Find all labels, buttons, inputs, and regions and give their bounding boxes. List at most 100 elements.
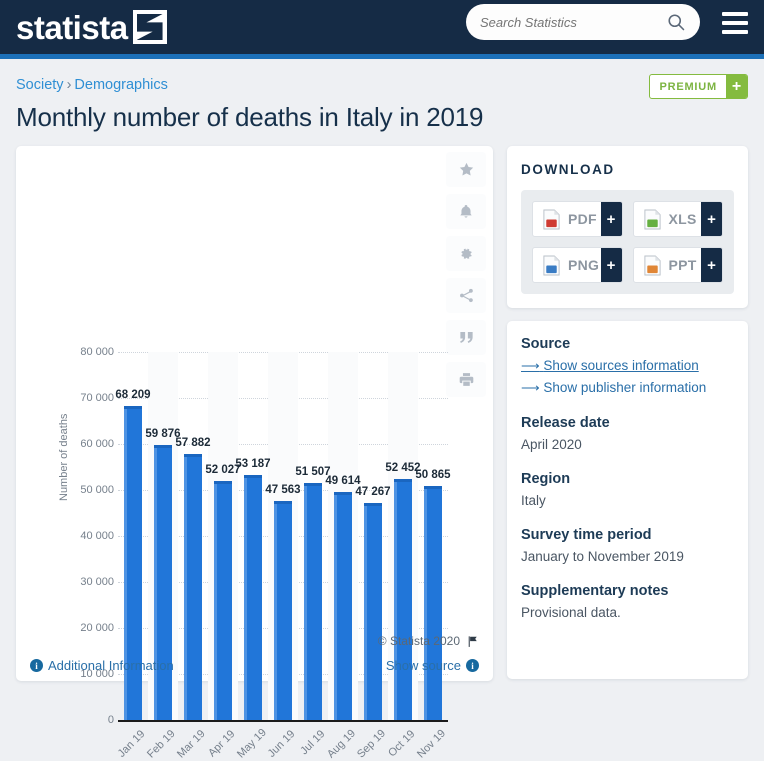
bar-value-label: 57 882 [175,437,210,449]
statista-s-mark-icon [133,10,167,44]
premium-badge[interactable]: PREMIUM + [649,74,748,99]
region-value: Italy [521,490,734,512]
site-header: statista [0,0,764,54]
content-area: Number of deaths 010 00020 00030 00040 0… [0,133,764,681]
y-axis-tick-label: 50 000 [56,484,114,496]
x-axis-tick-label: Nov 19 [415,728,448,761]
bar[interactable] [364,503,383,720]
download-png-button[interactable]: PNG+ [532,247,623,283]
bar[interactable] [394,479,413,720]
chart-card: Number of deaths 010 00020 00030 00040 0… [16,146,493,681]
arrow-right-icon: ⟶ [521,380,540,395]
ppt-file-icon [643,255,662,276]
x-axis-baseline [118,720,448,722]
download-label: PNG [568,257,599,273]
footer-links-row: i Additional Information Show source i [30,658,479,673]
release-date-value: April 2020 [521,434,734,456]
y-axis-tick-label: 80 000 [56,346,114,358]
bar[interactable] [184,454,203,720]
download-main[interactable]: PNG [533,248,601,282]
citation-quote-icon [458,330,475,345]
bar[interactable] [334,492,353,720]
show-publisher-information-link[interactable]: ⟶ Show publisher information [521,377,734,399]
xls-file-icon [643,209,662,230]
x-axis-tick-label: Jun 19 [265,728,298,761]
bar[interactable] [424,486,443,720]
y-axis-tick-label: 70 000 [56,392,114,404]
breadcrumb-item-demographics[interactable]: Demographics [74,77,168,93]
copyright-row: © Statista 2020 [30,634,479,648]
source-heading: Source [521,336,734,352]
print-icon [458,371,475,388]
x-axis-tick-label: Jul 19 [295,728,328,761]
logo-text: statista [16,11,128,44]
arrow-right-icon: ⟶ [521,358,540,373]
download-main[interactable]: XLS [634,202,702,236]
download-label: PPT [669,257,697,273]
download-label: PDF [568,211,597,227]
page-title: Monthly number of deaths in Italy in 201… [16,102,748,133]
release-date-heading: Release date [521,415,734,431]
show-source-link[interactable]: Show source i [386,658,479,673]
download-plus[interactable]: + [601,248,622,282]
download-label: XLS [669,211,697,227]
download-plus[interactable]: + [701,248,722,282]
show-publisher-label: Show publisher information [543,380,706,395]
x-axis-tick-label: Apr 19 [205,728,238,761]
breadcrumb: Society›Demographics [16,77,748,93]
statista-logo[interactable]: statista [0,10,167,44]
metadata-card: Source ⟶ Show sources information ⟶ Show… [507,321,748,679]
bar[interactable] [274,501,293,720]
show-source-label: Show source [386,658,461,673]
bar-value-label: 53 187 [235,458,270,470]
premium-label: PREMIUM [650,75,726,98]
download-main[interactable]: PDF [533,202,601,236]
premium-plus[interactable]: + [726,75,747,98]
additional-information-label: Additional Information [48,658,174,673]
notification-bell-icon [458,203,474,220]
supplementary-notes-value: Provisional data. [521,602,734,624]
bar[interactable] [214,481,233,720]
bar[interactable] [244,475,263,720]
download-plus[interactable]: + [701,202,722,236]
breadcrumb-item-society[interactable]: Society [16,77,64,93]
download-pdf-button[interactable]: PDF+ [532,201,623,237]
y-axis-tick-label: 0 [56,714,114,726]
show-sources-information-link[interactable]: ⟶ Show sources information [521,355,734,377]
hamburger-menu-icon[interactable] [722,12,748,34]
download-ppt-button[interactable]: PPT+ [633,247,724,283]
chart-plot: Number of deaths 010 00020 00030 00040 0… [16,146,456,616]
info-icon: i [466,659,479,672]
download-main[interactable]: PPT [634,248,702,282]
x-axis-tick-label: Mar 19 [175,728,208,761]
search-input[interactable] [480,15,666,30]
pdf-file-icon [542,209,561,230]
x-axis-tick-label: Aug 19 [325,728,358,761]
bar-value-label: 47 267 [355,486,390,498]
flag-icon[interactable] [466,635,479,648]
share-icon [458,287,475,304]
y-axis-tick-label: 60 000 [56,438,114,450]
additional-information-link[interactable]: i Additional Information [30,658,174,673]
copyright-text: © Statista 2020 [378,634,460,648]
bar-value-label: 68 209 [115,389,150,401]
x-axis-tick-label: May 19 [235,728,268,761]
y-axis-tick-label: 40 000 [56,530,114,542]
download-xls-button[interactable]: XLS+ [633,201,724,237]
bar-value-label: 47 563 [265,484,300,496]
favorite-star-icon [458,161,475,178]
breadcrumb-separator: › [67,77,72,93]
survey-time-period-heading: Survey time period [521,527,734,543]
x-axis-tick-label: Sep 19 [355,728,388,761]
bar[interactable] [154,445,173,720]
show-sources-label: Show sources information [543,358,698,373]
y-axis-ticks: 010 00020 00030 00040 00050 00060 00070 … [36,146,114,616]
y-axis-tick-label: 20 000 [56,622,114,634]
info-icon: i [30,659,43,672]
x-axis-tick-label: Feb 19 [145,728,178,761]
download-plus[interactable]: + [601,202,622,236]
settings-gear-icon [458,246,474,262]
search-icon[interactable] [666,12,686,32]
search-box[interactable] [466,4,700,40]
bar[interactable] [304,483,323,720]
